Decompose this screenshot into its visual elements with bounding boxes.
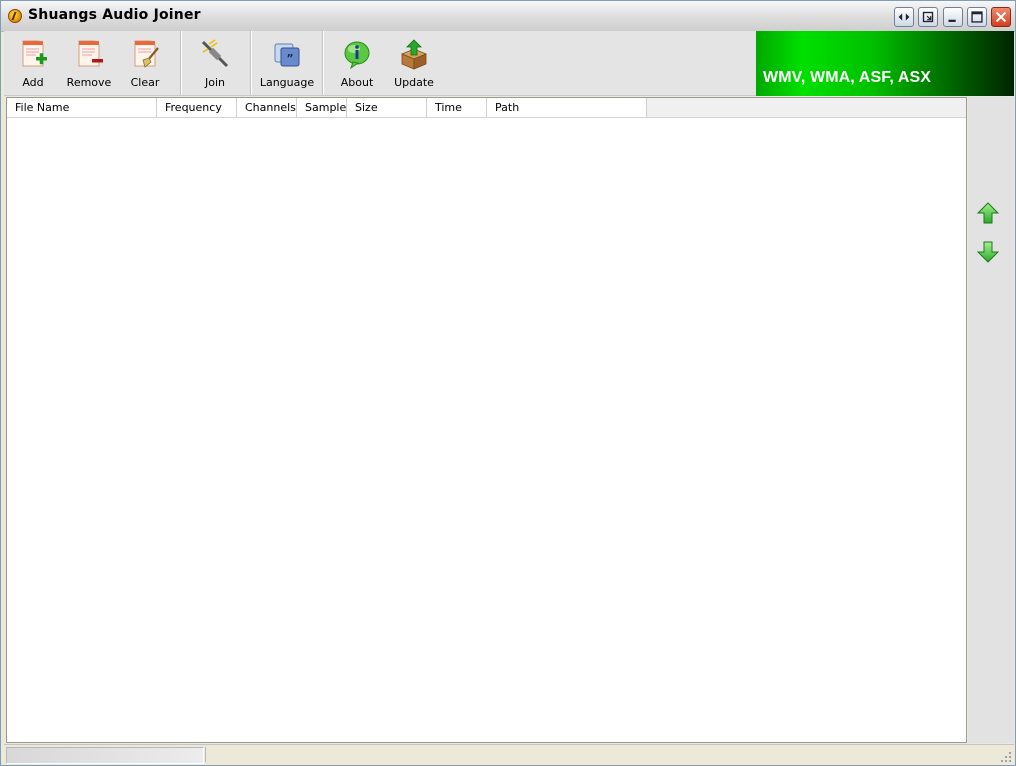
- remove-button[interactable]: Remove: [63, 31, 115, 95]
- minimize-icon: [948, 19, 956, 22]
- left-right-arrows-icon: [898, 13, 910, 21]
- svg-text:”: ”: [286, 52, 293, 65]
- file-list[interactable]: File Name Frequency Channels Sample Size…: [6, 97, 967, 743]
- main-toolbar: Add Remove Clear Join ” Language About U…: [4, 31, 756, 96]
- column-header-path[interactable]: Path: [487, 98, 647, 117]
- side-panel: [968, 97, 1014, 743]
- clear-button[interactable]: Clear: [119, 31, 171, 95]
- arrow-up-icon[interactable]: [976, 201, 1000, 225]
- app-window: Shuangs Audio Joiner Add Remove Clear Jo…: [0, 0, 1016, 766]
- toolbar-separator: [180, 31, 182, 95]
- restore-down-button[interactable]: [918, 7, 938, 27]
- file-list-header: File Name Frequency Channels Sample Size…: [7, 98, 966, 118]
- app-logo-icon: [8, 9, 22, 23]
- add-label: Add: [22, 76, 44, 89]
- maximize-icon: [971, 11, 983, 23]
- column-header-file-name[interactable]: File Name: [7, 98, 157, 117]
- arrow-down-icon[interactable]: [976, 240, 1000, 264]
- banner-text: WMV, WMA, ASF, ASX: [763, 69, 932, 86]
- clear-list-icon: [134, 40, 159, 68]
- close-button[interactable]: [991, 7, 1011, 27]
- remove-label: Remove: [66, 76, 112, 89]
- column-header-size[interactable]: Size: [347, 98, 427, 117]
- title-bar[interactable]: Shuangs Audio Joiner: [1, 1, 1015, 32]
- column-header-time[interactable]: Time: [427, 98, 487, 117]
- skin-button[interactable]: [894, 7, 914, 27]
- status-pane-message: [205, 747, 996, 762]
- about-button[interactable]: About: [331, 31, 383, 95]
- column-header-channels[interactable]: Channels: [237, 98, 297, 117]
- join-label: Join: [204, 76, 225, 89]
- format-banner: WMV, WMA, ASF, ASX: [756, 31, 1014, 96]
- language-icon: ”: [274, 43, 300, 67]
- window-restore-icon: [922, 11, 934, 23]
- update-button[interactable]: Update: [388, 31, 440, 95]
- minimize-button[interactable]: [943, 7, 963, 27]
- clear-label: Clear: [130, 76, 160, 89]
- add-file-icon: [22, 40, 47, 67]
- status-bar: [4, 744, 1014, 765]
- toolbar-separator: [322, 31, 324, 95]
- toolbar-separator: [250, 31, 252, 95]
- about-label: About: [340, 76, 374, 89]
- resize-grip-icon[interactable]: [1000, 751, 1012, 763]
- join-button[interactable]: Join: [189, 31, 241, 95]
- close-icon: [995, 11, 1007, 23]
- remove-file-icon: [78, 40, 103, 67]
- language-label: Language: [259, 76, 315, 89]
- add-button[interactable]: Add: [7, 31, 59, 95]
- status-pane-progress: [6, 747, 204, 764]
- window-title: Shuangs Audio Joiner: [28, 7, 201, 23]
- column-header-filler: [647, 98, 966, 117]
- maximize-button[interactable]: [967, 7, 987, 27]
- info-icon: [344, 41, 370, 70]
- column-header-frequency[interactable]: Frequency: [157, 98, 237, 117]
- update-box-icon: [400, 39, 428, 70]
- update-label: Update: [394, 76, 434, 89]
- language-button[interactable]: ” Language: [258, 31, 316, 95]
- join-plug-icon: [201, 39, 229, 68]
- column-header-sample[interactable]: Sample: [297, 98, 347, 117]
